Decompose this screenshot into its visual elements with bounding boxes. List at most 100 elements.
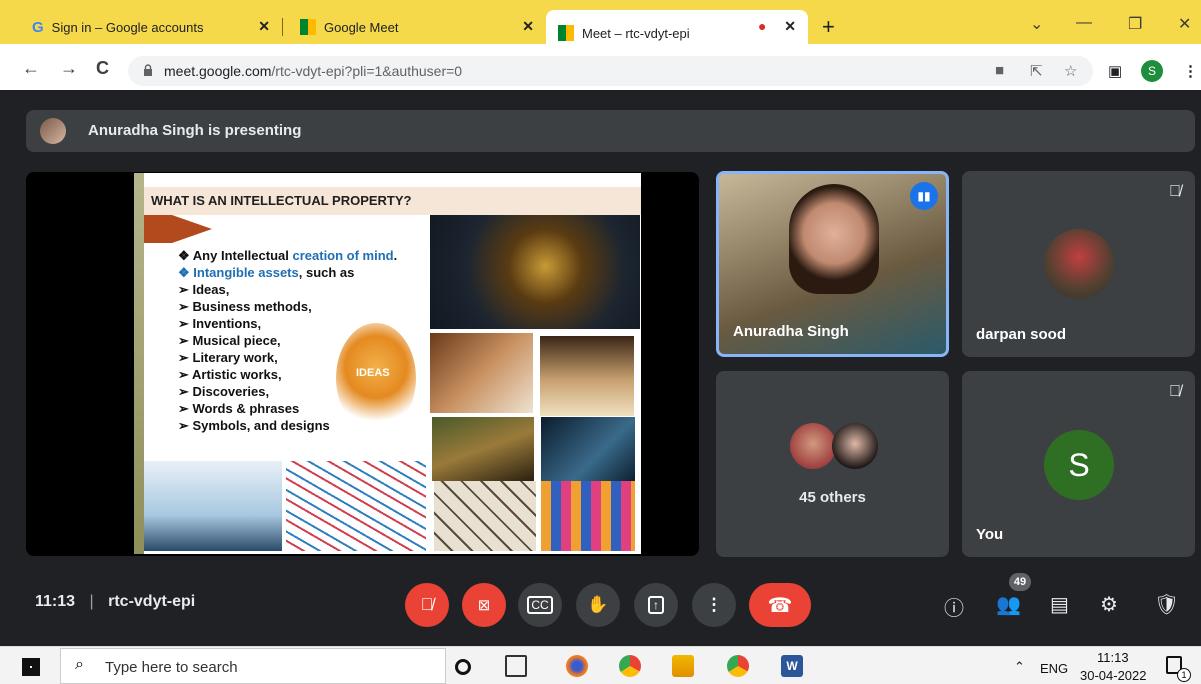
others-count-label: 45 others — [799, 489, 866, 506]
scrabble-tiles-image — [434, 481, 536, 551]
hang-up-icon: ☎ — [767, 594, 793, 617]
participant-tile-others[interactable]: 45 others — [716, 371, 949, 557]
close-tab-icon[interactable]: ✕ — [784, 18, 796, 35]
participant-tile-you[interactable]: 🎙̸ S You — [962, 371, 1195, 557]
tray-date[interactable]: 30-04-2022 — [1080, 668, 1147, 683]
word-icon[interactable]: W — [781, 655, 803, 677]
violin-image — [430, 333, 533, 413]
meeting-time: 11:13 — [35, 593, 76, 610]
present-now-button[interactable]: ↑ — [634, 583, 678, 627]
participant-tile-anuradha[interactable]: ▮▮ Anuradha Singh — [716, 171, 949, 357]
bullet-item: ❖ Any Intellectual creation of mind. — [178, 248, 398, 263]
slide-border-strip — [134, 173, 144, 554]
meeting-code: rtc-vdyt-epi — [108, 593, 196, 610]
lock-icon[interactable] — [143, 64, 153, 76]
bullet-item: ❖ Intangible assets, such as — [178, 265, 355, 280]
profile-avatar[interactable]: S — [1141, 60, 1163, 82]
url-host: meet.google.com — [164, 63, 272, 79]
tab-sign-in[interactable]: G Sign in – Google accounts ✕ — [20, 10, 282, 44]
idea-bulb-image: IDEAS — [336, 323, 416, 433]
google-g-icon: G — [32, 19, 44, 36]
participant-name: darpan sood — [976, 326, 1067, 343]
presenting-banner: Anuradha Singh is presenting — [26, 110, 1195, 152]
leave-call-button[interactable]: ☎ — [749, 583, 811, 627]
mic-toggle-button[interactable]: 🎙̸ — [405, 583, 449, 627]
chrome-icon[interactable] — [619, 655, 641, 677]
chrome-menu-icon[interactable]: ⋮ — [1183, 62, 1198, 80]
taskbar-search[interactable]: ⌕ Type here to search — [60, 648, 446, 684]
tab-title: Google Meet — [324, 19, 399, 35]
tab-title: Sign in – Google accounts — [51, 19, 204, 35]
tray-chevron-icon[interactable]: ⌃ — [1014, 659, 1025, 675]
speaking-indicator-icon: ▮▮ — [910, 182, 938, 210]
book-image — [540, 336, 634, 416]
people-icon[interactable]: 👥 — [996, 592, 1021, 617]
slide-arrow-decoration — [144, 215, 172, 243]
tab-search-dropdown-icon[interactable]: ⌄ — [1030, 14, 1043, 34]
meeting-info-icon[interactable]: ⓘ — [944, 592, 964, 621]
camera-in-use-icon[interactable]: ■ — [995, 62, 1004, 79]
new-tab-button[interactable]: + — [822, 14, 835, 40]
bullet-item: ➢ Business methods, — [178, 299, 312, 314]
participant-name: Anuradha Singh — [733, 323, 849, 340]
presentation-slide: WHAT IS AN INTELLECTUAL PROPERTY? ❖ Any … — [134, 173, 641, 554]
close-tab-icon[interactable]: ✕ — [258, 18, 270, 35]
presenting-text: Anuradha Singh is presenting — [88, 122, 302, 139]
close-tab-icon[interactable]: ✕ — [522, 18, 534, 35]
participant-video — [789, 184, 879, 294]
slide-arrow-head — [172, 215, 212, 243]
side-panel-icon[interactable]: ▣ — [1108, 62, 1122, 80]
close-window-button[interactable]: ✕ — [1178, 14, 1191, 34]
participant-tile-darpan[interactable]: 🎙̸ darpan sood — [962, 171, 1195, 357]
cortana-icon[interactable] — [455, 659, 471, 675]
participant-avatar — [790, 423, 836, 469]
symbols-image — [541, 481, 635, 551]
url-text[interactable]: meet.google.com/rtc-vdyt-epi?pli=1&authu… — [164, 63, 462, 79]
camera-off-icon: ⊠ — [477, 597, 491, 614]
tab-separator — [282, 18, 283, 36]
participant-avatar — [832, 423, 878, 469]
chrome-profile-icon[interactable] — [727, 655, 749, 677]
more-options-button[interactable]: ⋮ — [692, 583, 736, 627]
notification-count: 1 — [1177, 668, 1191, 682]
camera-toggle-button[interactable]: ⊠ — [462, 583, 506, 627]
mic-off-icon: 🎙̸ — [1169, 383, 1181, 400]
people-count-badge: 49 — [1009, 573, 1031, 591]
captions-button[interactable]: CC — [518, 583, 562, 627]
slide-title: WHAT IS AN INTELLECTUAL PROPERTY? — [151, 193, 412, 208]
bullet-item: ➢ Ideas, — [178, 282, 230, 297]
tab-title: Meet – rtc-vdyt-epi — [582, 25, 690, 41]
host-controls-icon[interactable]: 🛡 — [1154, 592, 1179, 617]
separator: | — [89, 593, 94, 610]
windows-start-icon[interactable] — [22, 658, 40, 676]
captions-icon: CC — [527, 596, 553, 614]
back-button[interactable]: ← — [22, 58, 40, 79]
participant-avatar — [1044, 229, 1114, 299]
raise-hand-button[interactable]: ✋ — [576, 583, 620, 627]
tray-time[interactable]: 11:13 — [1097, 650, 1129, 665]
tab-google-meet[interactable]: Google Meet ✕ — [288, 10, 546, 44]
file-explorer-icon[interactable] — [672, 655, 694, 677]
bookmark-star-icon[interactable]: ☆ — [1064, 62, 1077, 80]
presenter-avatar — [40, 118, 66, 144]
search-placeholder: Type here to search — [105, 659, 238, 676]
restore-button[interactable]: ❐ — [1128, 14, 1142, 34]
search-icon: ⌕ — [75, 656, 84, 673]
language-indicator[interactable]: ENG — [1040, 661, 1068, 676]
robot-image — [541, 417, 635, 481]
firefox-icon[interactable] — [566, 655, 588, 677]
activities-icon[interactable]: ⚙ — [1100, 592, 1118, 617]
reload-button[interactable]: C — [96, 58, 109, 79]
task-view-icon[interactable] — [505, 655, 527, 677]
chat-icon[interactable]: ▤ — [1050, 592, 1069, 617]
forward-button[interactable]: → — [60, 58, 78, 79]
mic-off-icon: 🎙̸ — [1169, 183, 1181, 200]
participant-name: You — [976, 526, 1004, 543]
hand-icon: ✋ — [587, 595, 609, 614]
brain-gears-image — [430, 215, 640, 329]
mic-off-icon: 🎙̸ — [420, 595, 434, 614]
share-icon[interactable]: ⇱ — [1030, 62, 1043, 80]
present-icon: ↑ — [648, 596, 664, 614]
minimize-button[interactable]: — — [1076, 14, 1092, 32]
shared-screen[interactable]: WHAT IS AN INTELLECTUAL PROPERTY? ❖ Any … — [26, 172, 699, 556]
